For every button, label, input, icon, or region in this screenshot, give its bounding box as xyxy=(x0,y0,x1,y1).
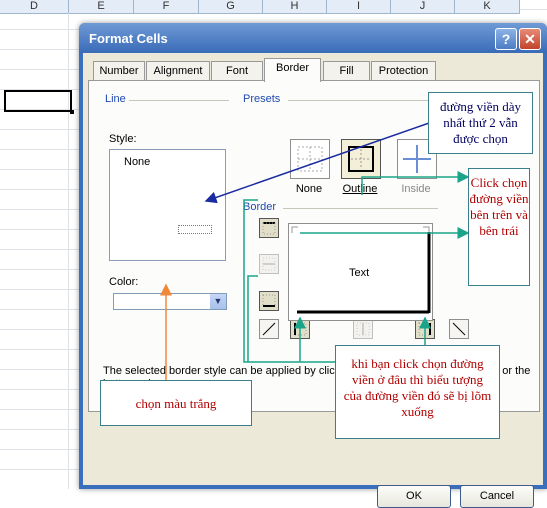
tab-border[interactable]: Border xyxy=(264,58,321,82)
annotation-click-top-left: Click chọn đường viền bên trên và bên tr… xyxy=(468,168,530,286)
annotation-second-thickest: đường viền dày nhất thứ 2 vẫn được chọn xyxy=(428,92,533,154)
annotation-pressed-icons: khi bạn click chọn đường viền ở đâu thì … xyxy=(335,345,500,439)
annotation-white-color: chọn màu trắng xyxy=(100,380,252,426)
